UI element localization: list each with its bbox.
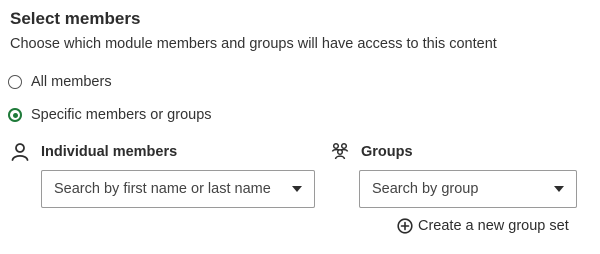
- chevron-down-icon: [292, 186, 302, 192]
- plus-circle-icon: [397, 218, 413, 234]
- groups-select[interactable]: Search by group: [359, 170, 577, 208]
- radio-all-members[interactable]: All members: [8, 74, 112, 90]
- individual-members-select-text: Search by first name or last name: [54, 181, 271, 197]
- individual-members-select[interactable]: Search by first name or last name: [41, 170, 315, 208]
- individual-members-header: Individual members: [10, 142, 177, 162]
- radio-specific-members[interactable]: Specific members or groups: [8, 107, 212, 123]
- groups-select-text: Search by group: [372, 181, 479, 197]
- groups-label: Groups: [361, 144, 413, 160]
- chevron-down-icon: [554, 186, 564, 192]
- radio-label: All members: [31, 74, 112, 90]
- section-title: Select members: [10, 9, 141, 28]
- create-group-set-button[interactable]: Create a new group set: [397, 218, 569, 234]
- person-icon: [10, 142, 30, 162]
- radio-button-checked[interactable]: [8, 108, 22, 122]
- groups-header: Groups: [330, 142, 413, 162]
- group-icon: [330, 142, 350, 162]
- create-group-set-label: Create a new group set: [418, 218, 569, 234]
- individual-members-label: Individual members: [41, 144, 178, 160]
- radio-label: Specific members or groups: [31, 107, 212, 123]
- section-description: Choose which module members and groups w…: [10, 36, 497, 52]
- radio-button-unchecked[interactable]: [8, 75, 22, 89]
